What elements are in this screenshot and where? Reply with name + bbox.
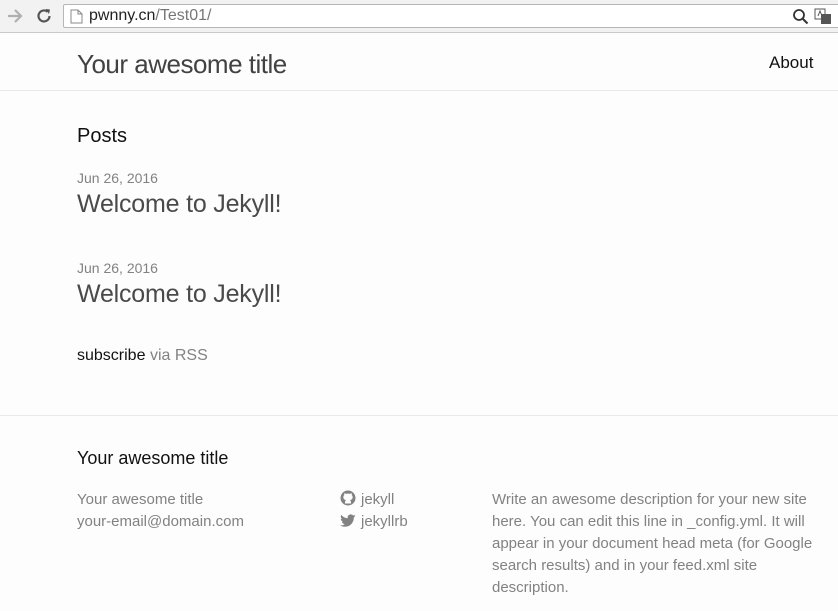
translate-icon[interactable] (814, 8, 832, 30)
twitter-link[interactable]: jekyllrb (340, 511, 408, 533)
rss-subscribe[interactable]: subscribe via RSS (77, 347, 208, 365)
posts-heading: Posts (77, 125, 128, 147)
post-item: Jun 26, 2016 Welcome to Jekyll! (77, 170, 282, 219)
reload-icon[interactable] (35, 7, 53, 25)
nav-about-link[interactable]: About (769, 53, 813, 73)
rss-subscribe-label: subscribe (77, 347, 146, 364)
browser-toolbar: pwnny.cn/Test01/ (0, 0, 838, 33)
site-footer: Your awesome title Your awesome title yo… (0, 415, 838, 611)
footer-social: jekyll jekyllrb (340, 489, 408, 533)
twitter-icon (340, 514, 356, 527)
github-link[interactable]: jekyll (340, 489, 408, 511)
twitter-username: jekyllrb (361, 513, 408, 530)
magnifier-icon[interactable] (792, 8, 809, 30)
github-icon (340, 490, 356, 506)
footer-description: Write an awesome description for your ne… (492, 491, 813, 596)
footer-site-name: Your awesome title (77, 491, 204, 508)
post-date: Jun 26, 2016 (77, 260, 158, 276)
post-title-link[interactable]: Welcome to Jekyll! (77, 190, 282, 219)
post-item: Jun 26, 2016 Welcome to Jekyll! (77, 260, 282, 309)
address-bar[interactable]: pwnny.cn/Test01/ (63, 4, 838, 28)
post-date: Jun 26, 2016 (77, 170, 158, 186)
back-arrow-icon[interactable] (6, 7, 24, 25)
page-icon (70, 9, 83, 29)
url-text[interactable]: pwnny.cn/Test01/ (89, 7, 211, 25)
github-username: jekyll (361, 491, 395, 508)
footer-email[interactable]: your-email@domain.com (77, 511, 244, 533)
site-header: Your awesome title About (0, 34, 838, 91)
footer-contact: Your awesome title your-email@domain.com (77, 489, 244, 533)
post-title-link[interactable]: Welcome to Jekyll! (77, 280, 282, 309)
footer-heading: Your awesome title (77, 448, 229, 468)
site-title-link[interactable]: Your awesome title (77, 49, 287, 80)
rss-via-label: via RSS (149, 347, 208, 364)
